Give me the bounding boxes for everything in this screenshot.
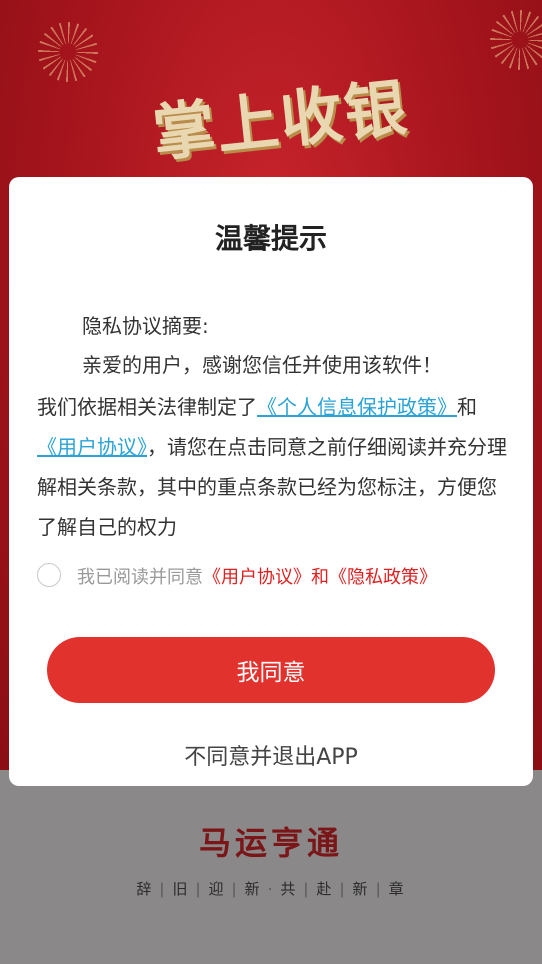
- subtitle-char: 旧: [172, 880, 190, 898]
- disagree-exit-button[interactable]: 不同意并退出APP: [9, 739, 533, 771]
- subtitle-char: 辞: [136, 880, 154, 898]
- body-conjunction: 和: [457, 395, 477, 419]
- subtitle-char: 赴: [316, 880, 334, 898]
- splash-slogan: 马运亨通: [198, 824, 343, 862]
- firework-decoration: [490, 10, 542, 70]
- splash-footer-background: [0, 770, 542, 964]
- agree-prefix: 我已阅读并同意: [77, 567, 203, 588]
- greeting-text: 亲爱的用户，感谢您信任并使用该软件！: [82, 353, 442, 377]
- user-agreement-link[interactable]: 《用户协议》: [37, 435, 147, 459]
- subtitle-char: 新: [352, 880, 370, 898]
- agree-checkbox[interactable]: [37, 563, 61, 587]
- privacy-dialog: 温馨提示 隐私协议摘要: 亲爱的用户，感谢您信任并使用该软件！ 我们依据相关法律…: [9, 177, 533, 786]
- firework-decoration: [38, 22, 98, 82]
- privacy-policy-link[interactable]: 《个人信息保护政策》: [257, 395, 457, 419]
- splash-subtitle: 辞 | 旧 | 迎 | 新 · 共 | 赴 | 新 | 章: [136, 880, 406, 898]
- agree-policy-links[interactable]: 《用户协议》和《隐私政策》: [203, 567, 437, 588]
- body-prefix: 我们依据相关法律制定了: [37, 395, 257, 419]
- privacy-summary-title: 隐私协议摘要:: [82, 314, 209, 338]
- subtitle-char: 共: [280, 880, 298, 898]
- dialog-title: 温馨提示: [214, 222, 327, 255]
- agree-button[interactable]: 我同意: [47, 637, 495, 703]
- splash-title: 掌上收银: [149, 70, 412, 171]
- subtitle-char: 章: [388, 880, 406, 898]
- agree-label: 我已阅读并同意《用户协议》和《隐私政策》: [77, 563, 437, 589]
- subtitle-char: 新: [244, 880, 262, 898]
- subtitle-char: 迎: [208, 880, 226, 898]
- privacy-body-text: 我们依据相关法律制定了《个人信息保护政策》和《用户协议》，请您在点击同意之前仔细…: [37, 387, 507, 547]
